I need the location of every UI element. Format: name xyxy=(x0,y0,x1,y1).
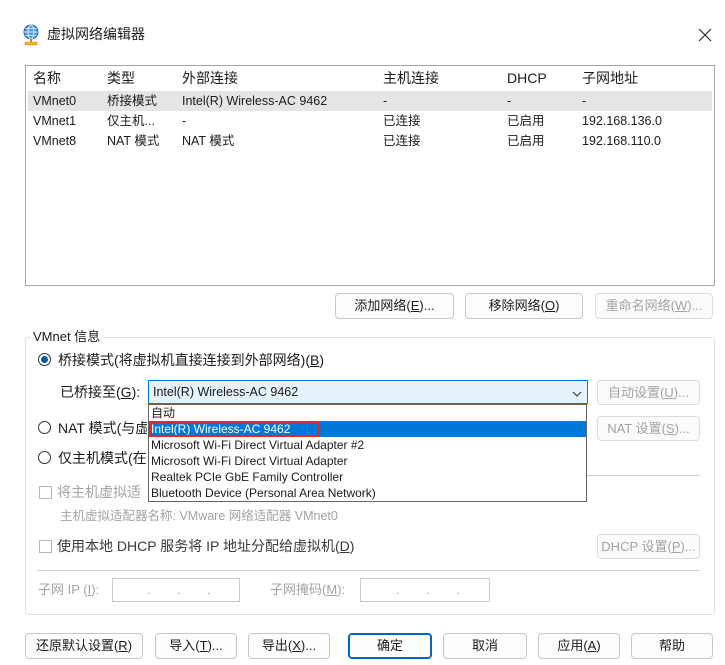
column-header[interactable]: 外部连接 xyxy=(182,68,380,88)
table-cell: 桥接模式 xyxy=(107,94,158,108)
table-cell: 仅主机... xyxy=(107,114,155,128)
use-local-dhcp-label[interactable]: 使用本地 DHCP 服务将 IP 地址分配给虚拟机(D) xyxy=(57,537,354,555)
ip-separator: . xyxy=(207,583,211,597)
table-cell: Intel(R) Wireless-AC 9462 xyxy=(182,94,328,108)
bridged-radio-label[interactable]: 桥接模式(将虚拟机直接连接到外部网络)(B) xyxy=(58,351,324,369)
add-network-button[interactable]: 添加网络(E)... xyxy=(335,293,454,319)
chevron-down-icon[interactable] xyxy=(572,387,582,397)
table-row[interactable]: VMnet1 仅主机... - 已连接 已启用 192.168.136.0 xyxy=(28,111,712,131)
rename-network-button[interactable]: 重命名网络(W)... xyxy=(595,293,713,319)
restore-defaults-button[interactable]: 还原默认设置(R) xyxy=(25,633,143,659)
network-table[interactable]: 名称 类型 外部连接 主机连接 DHCP 子网地址 VMnet0 桥接模式 In… xyxy=(25,65,715,286)
column-header[interactable]: 类型 xyxy=(107,68,179,88)
connect-host-adapter-checkbox[interactable] xyxy=(39,486,52,499)
nat-radio[interactable] xyxy=(38,421,51,434)
ip-separator: . xyxy=(147,583,151,597)
dropdown-option[interactable]: Microsoft Wi-Fi Direct Virtual Adapter xyxy=(149,453,586,469)
table-cell: 192.168.136.0 xyxy=(582,114,662,128)
table-cell: NAT 模式 xyxy=(107,134,160,148)
ip-separator: . xyxy=(426,583,430,597)
remove-network-button[interactable]: 移除网络(O) xyxy=(465,293,583,319)
nat-radio-label[interactable]: NAT 模式(与虚 xyxy=(58,419,147,437)
dhcp-settings-button[interactable]: DHCP 设置(P)... xyxy=(597,534,700,559)
ip-separator: . xyxy=(396,583,400,597)
apply-button[interactable]: 应用(A) xyxy=(538,633,620,659)
ip-separator: . xyxy=(177,583,181,597)
close-icon xyxy=(698,28,712,42)
column-header[interactable]: 子网地址 xyxy=(582,68,712,88)
dropdown-option[interactable]: Bluetooth Device (Personal Area Network) xyxy=(149,485,586,501)
export-button[interactable]: 导出(X)... xyxy=(248,633,330,659)
table-cell: - xyxy=(507,94,512,108)
import-button[interactable]: 导入(T)... xyxy=(155,633,237,659)
table-cell: - xyxy=(182,114,187,128)
network-globe-icon xyxy=(21,24,41,46)
host-only-radio-label[interactable]: 仅主机模式(在 xyxy=(58,449,147,467)
window-title: 虚拟网络编辑器 xyxy=(47,26,145,42)
cancel-button[interactable]: 取消 xyxy=(443,633,527,659)
auto-settings-button[interactable]: 自动设置(U)... xyxy=(597,380,700,405)
table-cell: 已连接 xyxy=(383,134,421,148)
table-header: 名称 类型 外部连接 主机连接 DHCP 子网地址 xyxy=(28,68,712,88)
bridged-to-label: 已桥接至(G): xyxy=(60,384,141,400)
use-local-dhcp-checkbox[interactable] xyxy=(39,540,52,553)
column-header[interactable]: 主机连接 xyxy=(383,68,503,88)
dropdown-option[interactable]: 自动 xyxy=(149,405,586,421)
host-adapter-name: 主机虚拟适配器名称: VMware 网络适配器 VMnet0 xyxy=(60,509,338,523)
bridged-to-value: Intel(R) Wireless-AC 9462 xyxy=(153,385,299,399)
subnet-mask-label: 子网掩码(M): xyxy=(270,582,346,597)
connect-host-adapter-label[interactable]: 将主机虚拟适 xyxy=(57,483,147,501)
subnet-mask-field[interactable]: . . . xyxy=(360,578,490,602)
nat-settings-button[interactable]: NAT 设置(S)... xyxy=(597,416,700,441)
table-cell: 已连接 xyxy=(383,114,421,128)
column-header[interactable]: 名称 xyxy=(33,68,103,88)
column-header[interactable]: DHCP xyxy=(507,68,579,88)
ip-separator: . xyxy=(456,583,460,597)
divider xyxy=(37,570,700,571)
subnet-ip-field[interactable]: . . . xyxy=(112,578,240,602)
ok-button[interactable]: 确定 xyxy=(348,633,432,659)
subnet-ip-label: 子网 IP (I): xyxy=(38,582,100,597)
vmnet-info-group-label: VMnet 信息 xyxy=(30,329,104,345)
table-cell: VMnet1 xyxy=(33,114,77,128)
dropdown-option[interactable]: Microsoft Wi-Fi Direct Virtual Adapter #… xyxy=(149,437,586,453)
table-cell: VMnet8 xyxy=(33,134,77,148)
table-cell: 192.168.110.0 xyxy=(582,134,662,148)
bridged-to-dropdown-list[interactable]: 自动 Intel(R) Wireless-AC 9462 Microsoft W… xyxy=(148,404,587,502)
table-cell: NAT 模式 xyxy=(182,134,235,148)
table-cell: 已启用 xyxy=(507,114,545,128)
table-cell: 已启用 xyxy=(507,134,545,148)
table-row[interactable]: VMnet8 NAT 模式 NAT 模式 已连接 已启用 192.168.110… xyxy=(28,131,712,151)
annotation-highlight-box xyxy=(149,421,319,437)
table-row[interactable]: VMnet0 桥接模式 Intel(R) Wireless-AC 9462 - … xyxy=(28,91,712,111)
host-only-radio[interactable] xyxy=(38,451,51,464)
table-cell: - xyxy=(383,94,388,108)
table-cell: VMnet0 xyxy=(33,94,77,108)
table-cell: - xyxy=(582,94,587,108)
help-button[interactable]: 帮助 xyxy=(631,633,713,659)
bridged-radio[interactable] xyxy=(38,353,51,366)
bridged-to-combobox[interactable]: Intel(R) Wireless-AC 9462 xyxy=(148,380,588,404)
close-button[interactable] xyxy=(695,25,715,45)
dropdown-option[interactable]: Realtek PCIe GbE Family Controller xyxy=(149,469,586,485)
